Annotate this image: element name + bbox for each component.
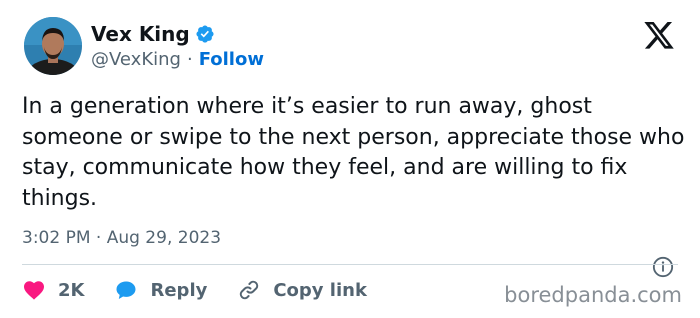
link-icon	[237, 278, 261, 302]
reply-bubble-icon	[114, 278, 138, 302]
reply-label: Reply	[150, 279, 208, 301]
separator: ·	[186, 49, 193, 70]
tweet-timestamp[interactable]: 3:02 PM · Aug 29, 2023	[22, 227, 221, 249]
author-name-row: Vex King	[91, 22, 215, 46]
verified-badge-icon	[195, 24, 215, 44]
like-count: 2K	[58, 279, 85, 301]
tweet-card: Vex King @VexKing · Follow In a generati…	[0, 0, 700, 318]
copy-link-button[interactable]: Copy link	[237, 278, 367, 302]
watermark: boredpanda.com	[504, 283, 682, 307]
divider	[22, 264, 678, 265]
author-name[interactable]: Vex King	[91, 22, 190, 46]
info-icon[interactable]	[652, 256, 674, 282]
action-bar: 2K Reply Copy link	[22, 278, 397, 302]
author-handle[interactable]: @VexKing	[91, 49, 181, 71]
heart-icon	[22, 278, 46, 302]
avatar[interactable]	[24, 17, 82, 75]
like-button[interactable]: 2K	[22, 278, 84, 302]
author-handle-row: @VexKing · Follow	[91, 49, 264, 71]
x-logo-icon[interactable]	[642, 22, 676, 52]
tweet-text: In a generation where it’s easier to run…	[22, 94, 685, 211]
copy-link-label: Copy link	[273, 279, 367, 301]
follow-button[interactable]: Follow	[199, 49, 264, 71]
reply-button[interactable]: Reply	[114, 278, 207, 302]
